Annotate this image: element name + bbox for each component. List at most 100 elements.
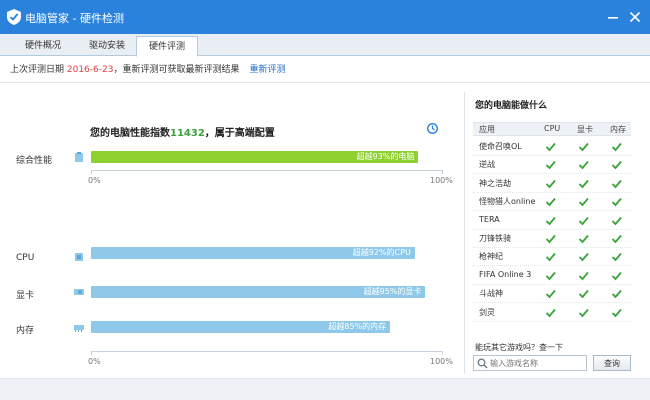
game-search-input[interactable] xyxy=(490,357,584,369)
check-icon xyxy=(578,142,589,152)
game-name: 剑灵 xyxy=(479,307,495,317)
window-title: 电脑管家 - 硬件检测 xyxy=(25,12,124,25)
divider xyxy=(0,82,650,83)
table-row: 怪物猎人online xyxy=(473,193,631,212)
games-table-header: 应用 CPU 显卡 内存 xyxy=(473,122,631,136)
last-benchmark-date: 2016-6-23 xyxy=(66,65,114,75)
tab-hardware-overview[interactable]: 硬件概况 xyxy=(8,36,78,56)
table-row: 神之浩劫 xyxy=(473,175,631,193)
gpu-score-bar: 超越95%的显卡 xyxy=(91,286,426,298)
check-icon xyxy=(578,198,589,207)
axis-tick-min-2 xyxy=(91,351,92,355)
table-row: 剑灵 xyxy=(473,304,631,322)
benchmark-info: 上次评测日期 2016-6-23，重新评测可获取最新评测结果 重新评测 xyxy=(10,62,640,76)
check-icon xyxy=(578,271,589,281)
check-icon xyxy=(578,179,589,189)
minimize-icon[interactable] xyxy=(604,8,622,26)
table-row: 使命召唤OL xyxy=(473,138,631,156)
table-row: 枪神纪 xyxy=(473,248,631,267)
col-gpu: 显卡 xyxy=(577,125,593,134)
game-search-box[interactable] xyxy=(473,355,587,371)
performance-panel: 您的电脑性能指数11432，属于高端配置 综合性能 超越93%的电脑 0% 10… xyxy=(16,92,460,374)
search-button[interactable]: 查询 xyxy=(593,355,631,371)
search-icon xyxy=(477,358,488,369)
check-icon xyxy=(578,253,589,262)
cpu-icon xyxy=(75,253,83,261)
memory-label: 内存 xyxy=(16,326,35,336)
gpu-icon xyxy=(74,289,84,295)
tab-driver-install[interactable]: 驱动安装 xyxy=(72,36,142,56)
overall-axis-line xyxy=(91,170,443,171)
game-name: 斗战神 xyxy=(479,289,503,299)
memory-bar-text: 超越85%的内存 xyxy=(328,322,387,331)
axis-tick-max xyxy=(442,170,443,174)
overall-label: 综合性能 xyxy=(16,156,53,166)
game-name: 枪神纪 xyxy=(479,252,503,262)
check-icon xyxy=(545,161,556,170)
game-name: 使命召唤OL xyxy=(479,142,522,151)
check-icon xyxy=(578,308,589,317)
check-icon xyxy=(611,271,622,281)
overall-bar-text: 超越93%的电脑 xyxy=(356,152,415,161)
check-icon xyxy=(611,179,622,189)
check-icon xyxy=(545,179,556,189)
check-icon xyxy=(545,142,556,152)
check-icon xyxy=(545,290,556,299)
check-icon xyxy=(611,308,622,317)
check-icon xyxy=(611,161,622,170)
refresh-icon[interactable] xyxy=(426,122,439,135)
cpu-label: CPU xyxy=(16,253,35,263)
col-app: 应用 xyxy=(479,125,495,134)
overall-score-bar: 超越93%的电脑 xyxy=(91,151,419,163)
cpu-score-bar: 超越92%的CPU xyxy=(91,247,415,259)
check-icon xyxy=(578,290,589,299)
clipboard-icon xyxy=(75,152,83,162)
table-row: 逆战 xyxy=(473,156,631,175)
memory-score-bar: 超越85%的内存 xyxy=(91,321,391,333)
gpu-bar-text: 超越95%的显卡 xyxy=(363,287,422,296)
table-row: FIFA Online 3 xyxy=(473,267,631,285)
close-icon[interactable] xyxy=(626,8,644,26)
axis-label-max-2: 100% xyxy=(430,357,453,366)
games-panel: 您的电脑能做什么 应用 CPU 显卡 内存 使命召唤OL 逆战神之浩劫怪物猎人on… xyxy=(464,92,636,374)
table-row: TERA xyxy=(473,212,631,230)
components-axis-line xyxy=(91,351,443,352)
check-icon xyxy=(578,234,589,244)
axis-label-min: 0% xyxy=(88,176,101,185)
game-name: 刀锋铁骑 xyxy=(479,234,511,243)
axis-label-max: 100% xyxy=(430,176,453,185)
performance-headline: 您的电脑性能指数11432，属于高端配置 xyxy=(90,124,275,139)
search-prompt: 能玩其它游戏吗？查一下 xyxy=(475,343,563,352)
check-icon xyxy=(545,198,556,207)
check-icon xyxy=(611,198,622,207)
tab-hardware-benchmark[interactable]: 硬件评测 xyxy=(136,36,198,57)
check-icon xyxy=(611,253,622,262)
check-icon xyxy=(611,290,622,299)
bottom-bar xyxy=(0,378,650,400)
game-name: TERA xyxy=(479,214,500,224)
table-row: 斗战神 xyxy=(473,285,631,304)
headline-prefix: 您的电脑性能指数 xyxy=(90,128,170,139)
check-icon xyxy=(545,308,556,317)
axis-label-min-2: 0% xyxy=(88,357,101,366)
axis-tick-max-2 xyxy=(442,351,443,355)
info-prefix: 上次评测日期 xyxy=(10,65,67,75)
memory-icon xyxy=(74,325,84,332)
cpu-bar-text: 超越92%的CPU xyxy=(352,248,411,257)
game-name: FIFA Online 3 xyxy=(479,269,532,279)
check-icon xyxy=(545,271,556,281)
headline-suffix: ，属于高端配置 xyxy=(204,128,275,139)
rerun-benchmark-link[interactable]: 重新评测 xyxy=(249,65,285,75)
col-cpu: CPU xyxy=(544,124,561,133)
game-name: 神之浩劫 xyxy=(479,178,511,188)
shield-logo-icon xyxy=(7,9,21,25)
check-icon xyxy=(611,142,622,152)
check-icon xyxy=(578,216,589,225)
check-icon xyxy=(611,216,622,225)
gpu-label: 显卡 xyxy=(16,291,35,301)
table-row: 刀锋铁骑 xyxy=(473,230,631,248)
check-icon xyxy=(545,253,556,262)
games-panel-title: 您的电脑能做什么 xyxy=(475,101,548,111)
info-suffix: ，重新评测可获取最新评测结果 xyxy=(113,65,240,75)
check-icon xyxy=(545,234,556,244)
